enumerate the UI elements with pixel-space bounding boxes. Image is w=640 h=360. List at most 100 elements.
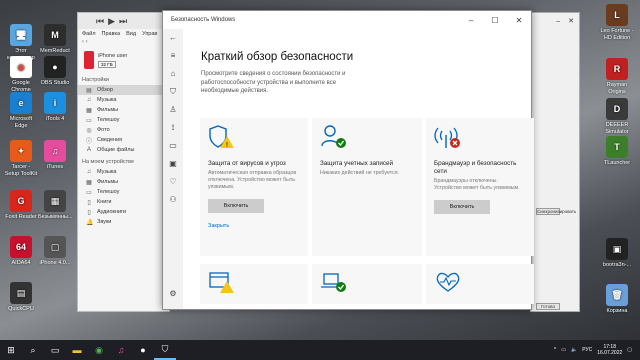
health-icon[interactable]: ♡ (163, 173, 183, 191)
tile-device-security[interactable] (312, 264, 422, 304)
sidebar-item[interactable]: ♫ Музыка (78, 95, 169, 105)
menu-icon[interactable]: ≡ (163, 47, 183, 65)
task-view-icon[interactable]: ▭ (44, 340, 66, 360)
sidebar-item[interactable]: ▯ Книги (78, 197, 169, 207)
sidebar-item[interactable]: ▯ Аудиокниги (78, 207, 169, 217)
background-window: – ✕ Синхронизировать Готово (530, 12, 580, 312)
play-icon[interactable]: ▶ (108, 16, 115, 27)
tile-firewall[interactable]: Брандмауэр и безопасность сети Брандмауэ… (426, 118, 534, 256)
enable-button[interactable]: Включить (208, 199, 264, 213)
desktop-icon-label: Корзина (606, 308, 628, 314)
tray-chevron-icon[interactable]: ^ (554, 347, 556, 353)
desktop-icon[interactable]: ✦ Tarcer - Setup ToolKit (4, 140, 38, 177)
sidebar-item-icon: 🔔 (86, 219, 94, 226)
clock[interactable]: 17:18 16.07.2022 (597, 344, 622, 356)
close-icon[interactable]: ✕ (568, 17, 574, 25)
done-button[interactable]: Готово (536, 303, 560, 310)
desktop-icon[interactable]: ▣ bootra3n-... (600, 238, 634, 269)
page-description: Просмотрите сведения о состоянии безопас… (201, 71, 346, 94)
iphone-icon (84, 51, 94, 69)
itunes-taskbar-icon[interactable]: ♫ (110, 340, 132, 360)
antenna-error-icon (434, 127, 460, 148)
file-explorer-icon[interactable]: ▬ (66, 340, 88, 360)
back-icon[interactable]: ‹ (82, 39, 84, 45)
sidebar-item[interactable]: ◎ Фото (78, 125, 169, 135)
sync-button[interactable]: Синхронизировать (536, 208, 576, 215)
sidebar-item[interactable]: ♫ Музыка (78, 167, 169, 177)
tile-device-health[interactable] (426, 264, 534, 304)
security-taskbar-icon[interactable]: ⛉ (154, 340, 176, 360)
desktop-icon[interactable]: ▦ Безымянны... (38, 190, 72, 221)
device-header[interactable]: iPhone user 32 ГБ (78, 47, 169, 73)
desktop-icon[interactable]: ● OBS Studio (38, 56, 72, 87)
menu-file[interactable]: Файл (82, 31, 96, 37)
sidebar-item-label: Общие файлы (97, 147, 135, 153)
desktop-icon[interactable]: D DEEEER Simulator (600, 98, 634, 135)
desktop-icon[interactable]: G Foxit Reader (4, 190, 38, 221)
sidebar-item[interactable]: A Общие файлы (78, 145, 169, 155)
minimize-icon[interactable]: – (459, 16, 483, 25)
app-browser-icon[interactable]: ▭ (163, 137, 183, 155)
obs-taskbar-icon[interactable]: ● (132, 340, 154, 360)
sidebar-item[interactable]: ▭ Телешоу (78, 115, 169, 125)
sidebar-item-icon: ▦ (86, 107, 92, 114)
sidebar-item-icon: ▭ (86, 189, 92, 196)
enable-button[interactable]: Включить (434, 200, 490, 214)
desktop-icon[interactable]: ▤ QuickCPU (4, 282, 38, 313)
rewind-icon[interactable]: ⏮ (96, 16, 104, 27)
shield-icon[interactable]: ⛉ (163, 83, 183, 101)
desktop-icon[interactable]: R Rayman Origins (600, 58, 634, 95)
desktop-icon-label: MemReduct (40, 48, 70, 54)
volume-icon[interactable]: 🔈 (571, 347, 577, 353)
desktop-icon-label: Rayman Origins (606, 82, 628, 95)
desktop-icon[interactable]: i iTools 4 (38, 92, 72, 123)
sidebar-item[interactable]: ▭ Телешоу (78, 187, 169, 197)
back-arrow-icon[interactable]: ← (163, 29, 183, 47)
tile-app-browser-control[interactable] (200, 264, 308, 304)
chrome-icon[interactable]: ◉ (88, 340, 110, 360)
antenna-icon[interactable]: ⟟ (163, 119, 183, 137)
menu-view[interactable]: Вид (126, 31, 136, 37)
network-icon[interactable]: ▭ (561, 347, 566, 353)
menu-controls[interactable]: Управ (142, 31, 157, 37)
home-icon[interactable]: ⌂ (163, 65, 183, 83)
minimize-icon[interactable]: – (556, 18, 560, 25)
sidebar-item[interactable]: ⓘ Сведения (78, 135, 169, 145)
app-icon: T (606, 136, 628, 158)
sidebar-item[interactable]: ▦ Фильмы (78, 177, 169, 187)
desktop-icon[interactable]: ◉ Google Chrome (4, 56, 38, 93)
dismiss-link[interactable]: Закрыть (208, 223, 300, 229)
device-security-icon[interactable]: ▣ (163, 155, 183, 173)
sidebar-item-label: Аудиокниги (97, 209, 127, 215)
menu-edit[interactable]: Правка (102, 31, 121, 37)
desktop-icon[interactable]: ▢ iPhone 4.0... (38, 236, 72, 267)
family-icon[interactable]: ⚇ (163, 191, 183, 209)
tile-virus-protection[interactable]: ! Защита от вирусов и угроз Автоматическ… (200, 118, 308, 256)
search-icon[interactable]: ⌕ (22, 340, 44, 360)
close-icon[interactable]: ✕ (507, 16, 531, 25)
desktop-icon[interactable]: 64 AIDA64 (4, 236, 38, 267)
language-indicator[interactable]: РУС (582, 347, 592, 353)
sidebar-item[interactable]: ▤ Обзор (78, 85, 169, 95)
desktop-icon[interactable]: e Microsoft Edge (4, 92, 38, 129)
sidebar-item[interactable]: ▦ Фильмы (78, 105, 169, 115)
desktop-icon[interactable]: 🗑 Корзина (600, 284, 634, 315)
person-icon[interactable]: ♙ (163, 101, 183, 119)
desktop-icon[interactable]: L Leo Fortune - HD Edition (600, 4, 634, 41)
tile-account-protection[interactable]: Защита учетных записей Никаких действий … (312, 118, 422, 256)
maximize-icon[interactable]: ☐ (483, 16, 507, 25)
heart-pulse-icon (436, 272, 460, 292)
desktop-icon[interactable]: ♫ iTunes (38, 140, 72, 171)
start-icon[interactable]: ⊞ (0, 340, 22, 360)
desktop-icon[interactable]: M MemReduct (38, 24, 72, 55)
desktop-icon[interactable]: T TLauncher (600, 136, 634, 167)
settings-gear-icon[interactable]: ⚙ (163, 285, 183, 303)
sidebar-item[interactable]: 🔔 Звуки (78, 217, 169, 227)
forward-icon[interactable]: › (86, 39, 88, 45)
fast-forward-icon[interactable]: ⏭ (119, 16, 127, 27)
sidebar-item-label: Книги (97, 199, 112, 205)
app-icon: ▤ (10, 282, 32, 304)
app-icon: G (10, 190, 32, 212)
device-capacity: 32 ГБ (98, 60, 116, 68)
notifications-icon[interactable]: ▢ (627, 347, 632, 353)
